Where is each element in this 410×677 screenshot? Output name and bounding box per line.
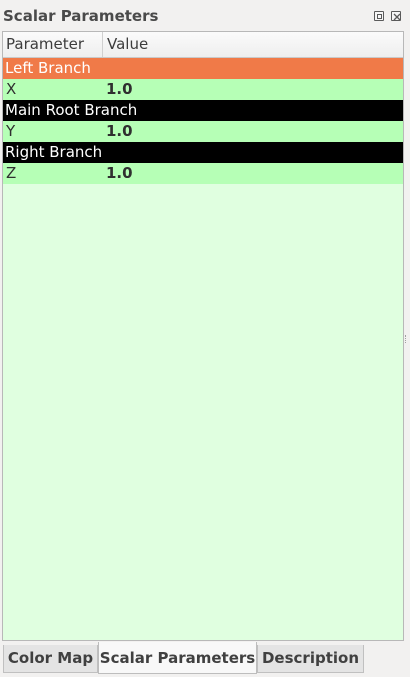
panel-title: Scalar Parameters	[3, 7, 159, 25]
param-value[interactable]: 1.0	[106, 121, 133, 142]
param-name: X	[6, 80, 17, 98]
group-row-main-root-branch[interactable]: Main Root Branch	[3, 100, 403, 121]
group-label: Left Branch	[5, 59, 91, 77]
param-value[interactable]: 1.0	[106, 79, 133, 100]
column-header-value[interactable]: Value	[103, 32, 403, 57]
param-name: Y	[6, 122, 16, 140]
tab-color-map[interactable]: Color Map	[3, 645, 98, 673]
parameter-table: Parameter Value Left Branch X 1.0 Main R…	[2, 31, 404, 641]
group-label: Main Root Branch	[5, 101, 138, 119]
column-header-parameter[interactable]: Parameter	[3, 32, 103, 57]
tab-description[interactable]: Description	[257, 645, 364, 673]
resize-handle[interactable]	[405, 335, 409, 343]
param-row-z[interactable]: Z 1.0	[3, 163, 403, 184]
table-body: Left Branch X 1.0 Main Root Branch Y 1.0…	[3, 58, 403, 184]
panel-titlebar: Scalar Parameters	[0, 0, 410, 30]
group-row-right-branch[interactable]: Right Branch	[3, 142, 403, 163]
close-icon[interactable]	[391, 11, 401, 21]
bottom-tab-bar: Color Map Scalar Parameters Description	[0, 642, 410, 677]
float-icon[interactable]	[374, 11, 384, 21]
group-label: Right Branch	[5, 143, 103, 161]
group-row-left-branch[interactable]: Left Branch	[3, 58, 403, 79]
table-header: Parameter Value	[3, 32, 403, 58]
scalar-parameters-panel: Scalar Parameters Parameter Value Left B…	[0, 0, 410, 677]
param-row-x[interactable]: X 1.0	[3, 79, 403, 100]
param-value[interactable]: 1.0	[106, 163, 133, 184]
tab-scalar-parameters[interactable]: Scalar Parameters	[98, 642, 257, 674]
param-name: Z	[6, 164, 17, 182]
param-row-y[interactable]: Y 1.0	[3, 121, 403, 142]
